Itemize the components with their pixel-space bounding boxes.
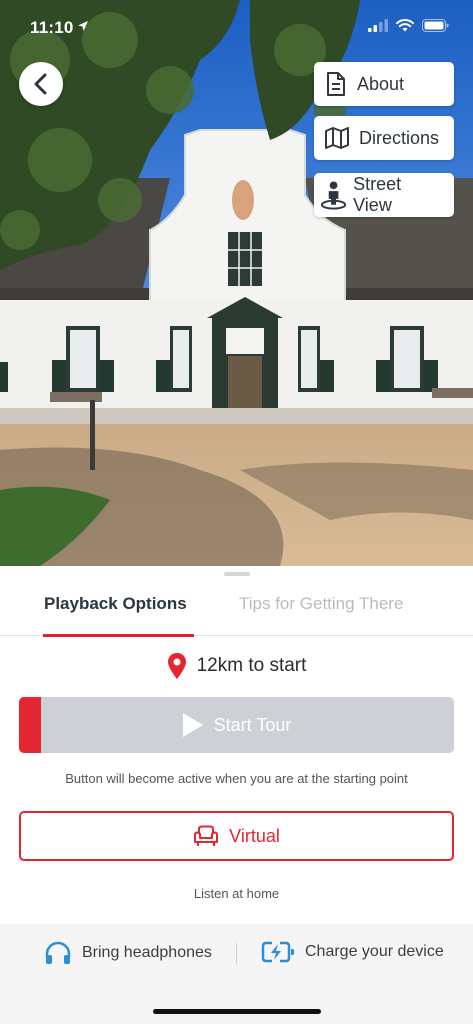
battery-charging-icon [261,941,294,963]
location-pin-icon [167,653,186,679]
start-tour-hint: Button will become active when you are a… [65,771,408,786]
home-indicator[interactable] [153,1009,321,1014]
directions-label: Directions [359,127,440,148]
tab-bar: Playback Options Tips for Getting There [0,582,473,637]
wifi-icon [396,19,414,32]
start-tour-button[interactable]: Start Tour [19,697,454,753]
distance-to-start: 12km to start [0,652,473,680]
sheet-grabber-handle[interactable] [224,572,250,576]
map-icon [325,127,349,149]
distance-text: 12km to start [196,655,307,676]
directions-button[interactable]: Directions [314,116,454,160]
about-label: About [357,73,405,94]
tips-bar: Bring headphones Charge your device [0,924,473,1024]
bottom-sheet: Playback Options Tips for Getting There … [0,566,473,1024]
tip-charge: Charge your device [261,941,444,963]
virtual-label: Virtual [229,825,280,846]
document-icon [327,72,345,96]
active-tab-indicator [43,634,194,637]
battery-icon [422,19,449,32]
start-tour-progress-fill [19,697,41,753]
headphones-icon [45,941,71,964]
location-arrow-icon [78,21,88,31]
start-tour-label: Start Tour [213,714,292,735]
tip-charge-label: Charge your device [305,943,444,960]
tips-divider [236,943,237,965]
tab-tips-for-getting-there[interactable]: Tips for Getting There [239,594,403,614]
street-view-label: Street View [353,174,402,215]
street-view-icon [320,181,347,210]
armchair-icon [194,825,219,846]
hero-photo: 11:10 About Directions Street View [0,0,473,566]
about-button[interactable]: About [314,62,454,106]
cellular-signal-icon [368,19,388,32]
back-button[interactable] [19,62,63,106]
virtual-button[interactable]: Virtual [19,811,454,861]
status-time: 11:10 [30,18,74,37]
tip-headphones-label: Bring headphones [82,944,212,961]
tab-playback-options[interactable]: Playback Options [44,594,187,614]
status-bar: 11:10 [0,0,473,52]
tip-headphones: Bring headphones [44,941,212,965]
listen-at-home-caption: Listen at home [193,886,280,901]
play-icon [182,713,203,737]
chevron-left-icon [34,73,47,95]
street-view-button[interactable]: Street View [314,173,454,217]
